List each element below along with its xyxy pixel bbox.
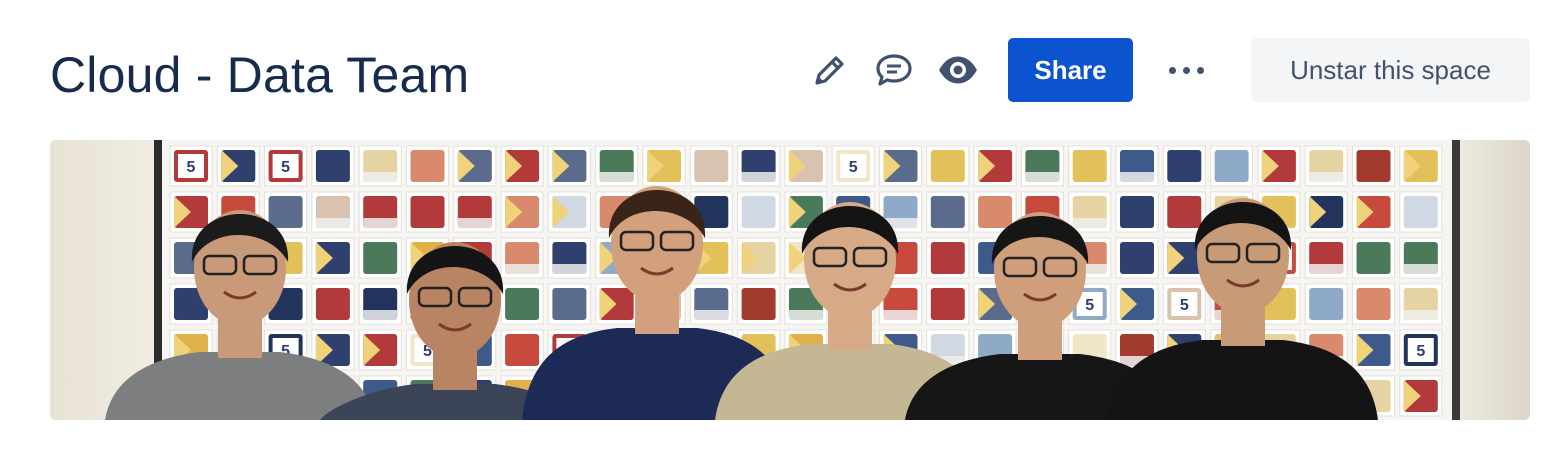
banner-tile: 5 — [1162, 283, 1206, 325]
edit-button[interactable] — [806, 46, 854, 94]
page-title: Cloud - Data Team — [50, 47, 470, 103]
banner-tile — [311, 237, 355, 279]
banner-tile — [973, 145, 1017, 187]
banner-tile: 5 — [1399, 329, 1443, 371]
banner-tile — [926, 237, 970, 279]
comment-icon — [876, 54, 912, 86]
space-header: Cloud - Data Team Share Unstar this spac… — [0, 0, 1564, 140]
banner-tile — [1352, 237, 1395, 279]
banner-tile — [1068, 191, 1112, 233]
banner-tile — [453, 145, 497, 187]
banner-tile — [1352, 145, 1395, 187]
banner-tile — [547, 191, 591, 233]
banner-tile — [926, 191, 970, 233]
banner-tile — [1352, 191, 1395, 233]
banner-tile — [169, 191, 213, 233]
banner-tile — [358, 145, 402, 187]
banner-tile — [689, 145, 733, 187]
banner-tile — [547, 283, 591, 325]
banner-tile — [1115, 191, 1159, 233]
banner-tile — [406, 145, 449, 187]
banner-tile — [500, 283, 544, 325]
banner-tile — [737, 283, 781, 325]
banner-tile — [453, 191, 497, 233]
banner-tile — [1304, 283, 1348, 325]
banner-tile — [1399, 191, 1443, 233]
comment-button[interactable] — [870, 46, 918, 94]
banner-tile: 5 — [831, 145, 875, 187]
banner-tile — [926, 145, 970, 187]
banner-tile — [737, 145, 781, 187]
banner-tile — [311, 283, 355, 325]
svg-text:5: 5 — [1416, 343, 1425, 360]
team-photo: 55555555555555555 — [50, 140, 1530, 420]
banner-tile: 5 — [169, 145, 213, 187]
eye-icon — [939, 56, 977, 84]
svg-text:5: 5 — [849, 159, 858, 176]
svg-text:5: 5 — [187, 159, 196, 176]
banner-tile — [1115, 283, 1159, 325]
banner-tile — [500, 237, 544, 279]
banner-tile — [1257, 145, 1301, 187]
banner-tile — [1399, 375, 1443, 417]
banner-tile — [500, 329, 544, 371]
banner-tile — [642, 145, 686, 187]
banner-tile — [500, 191, 544, 233]
banner-tile — [1115, 237, 1159, 279]
banner-tile — [1399, 237, 1443, 279]
banner-tile — [216, 145, 260, 187]
more-actions-button[interactable] — [1161, 46, 1211, 94]
unstar-space-button[interactable]: Unstar this space — [1251, 38, 1530, 102]
banner-tile — [1020, 145, 1064, 187]
pencil-icon — [815, 56, 844, 85]
banner-tile — [784, 145, 828, 187]
banner-tile — [879, 145, 922, 187]
banner-tile — [500, 145, 544, 187]
space-toolbar: Share Unstar this space — [806, 38, 1530, 102]
banner-tile — [358, 329, 402, 371]
banner-tile — [358, 191, 402, 233]
banner-tile — [1304, 237, 1348, 279]
watch-button[interactable] — [934, 46, 982, 94]
banner-tile — [1115, 145, 1159, 187]
banner-tile — [926, 283, 970, 325]
banner-tile — [1210, 145, 1254, 187]
more-dots-icon — [1168, 66, 1176, 74]
banner-tile — [358, 237, 402, 279]
banner-tile — [1352, 329, 1395, 371]
banner-tile — [737, 191, 781, 233]
banner-tile — [1399, 145, 1443, 187]
banner-tile — [547, 145, 591, 187]
space-banner-image: 55555555555555555 — [50, 140, 1530, 420]
banner-tile — [547, 237, 591, 279]
banner-tile — [1162, 145, 1206, 187]
banner-tile — [1399, 283, 1443, 325]
banner-tile — [1162, 191, 1206, 233]
svg-text:5: 5 — [281, 159, 290, 176]
banner-tile — [358, 283, 402, 325]
share-button[interactable]: Share — [1008, 38, 1133, 102]
banner-tile — [1068, 145, 1112, 187]
svg-text:5: 5 — [1180, 297, 1189, 314]
banner-tile: 5 — [264, 145, 308, 187]
banner-tile — [1352, 283, 1395, 325]
banner-tile — [1304, 145, 1348, 187]
banner-tile — [311, 145, 355, 187]
banner-tile — [737, 237, 781, 279]
banner-tile — [595, 145, 639, 187]
banner-tile — [311, 191, 355, 233]
banner-tile — [406, 191, 449, 233]
banner-tile — [1304, 191, 1348, 233]
banner-tile — [689, 283, 733, 325]
svg-text:5: 5 — [1085, 297, 1094, 314]
